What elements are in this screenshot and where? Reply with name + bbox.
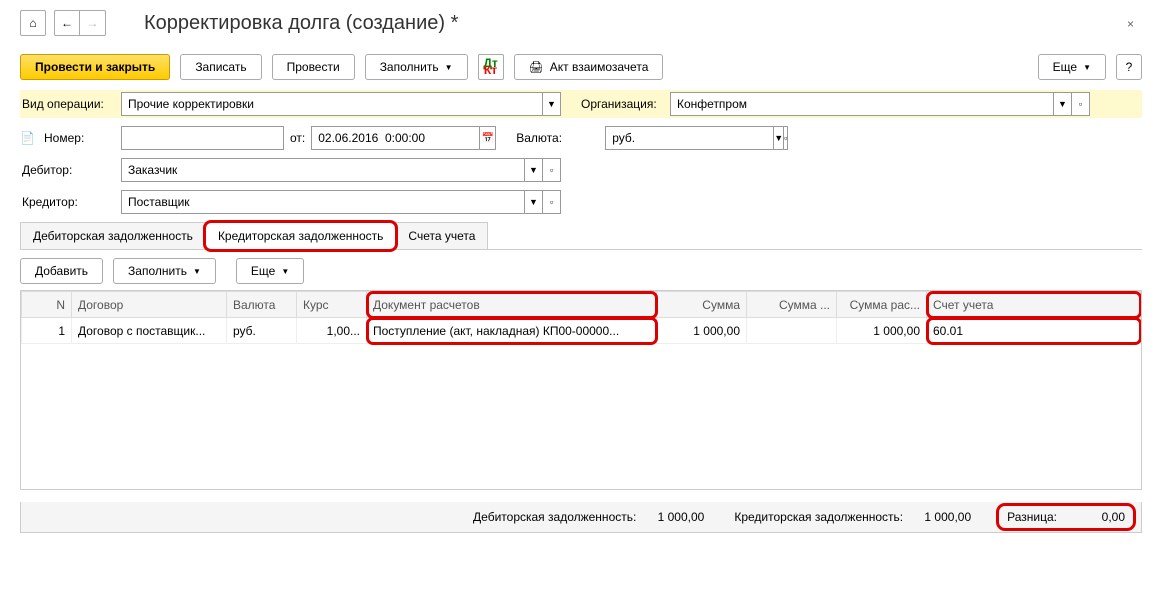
td-n[interactable]: 1 xyxy=(22,318,72,344)
footer-deb-label: Дебиторская задолженность: xyxy=(473,510,636,524)
date-from-label: от: xyxy=(290,131,305,145)
submit-button[interactable]: Провести xyxy=(272,54,355,80)
footer-cred-value: 1 000,00 xyxy=(911,510,971,524)
td-rate[interactable]: 1,00... xyxy=(297,318,367,344)
td-sum[interactable]: 1 000,00 xyxy=(657,318,747,344)
th-sum2[interactable]: Сумма ... xyxy=(747,292,837,318)
debtor-input[interactable] xyxy=(121,158,525,182)
op-type-input[interactable] xyxy=(121,92,543,116)
tab-creditor[interactable]: Кредиторская задолженность xyxy=(205,222,396,250)
fill-button[interactable]: Заполнить ▼ xyxy=(365,54,468,80)
open-button[interactable]: ▫ xyxy=(1072,92,1090,116)
td-doc[interactable]: Поступление (акт, накладная) КП00-00000.… xyxy=(367,318,657,344)
open-button[interactable]: ▫ xyxy=(543,158,561,182)
chevron-down-icon: ▼ xyxy=(445,63,453,72)
td-sum3[interactable]: 1 000,00 xyxy=(837,318,927,344)
dropdown-button[interactable]: ▼ xyxy=(525,190,543,214)
footer-cred-label: Кредиторская задолженность: xyxy=(734,510,903,524)
tab-debtor[interactable]: Дебиторская задолженность xyxy=(20,222,206,249)
chevron-down-icon: ▼ xyxy=(193,267,201,276)
home-button[interactable]: ⌂ xyxy=(20,10,46,36)
forward-button[interactable]: → xyxy=(80,10,106,36)
creditor-input[interactable] xyxy=(121,190,525,214)
tab-accounts[interactable]: Счета учета xyxy=(395,222,488,249)
act-button[interactable]: 🖨 Акт взаимозачета xyxy=(514,54,664,80)
op-type-label: Вид операции: xyxy=(20,97,115,111)
dropdown-button[interactable]: ▼ xyxy=(525,158,543,182)
footer-diff-value: 0,00 xyxy=(1065,510,1125,524)
chevron-down-icon: ▼ xyxy=(1083,63,1091,72)
currency-label: Валюта: xyxy=(514,131,599,145)
help-button[interactable]: ? xyxy=(1116,54,1142,80)
page-title: Корректировка долга (создание) * xyxy=(144,12,458,35)
td-currency[interactable]: руб. xyxy=(227,318,297,344)
dropdown-button[interactable]: ▼ xyxy=(543,92,561,116)
currency-input[interactable] xyxy=(605,126,774,150)
org-input[interactable] xyxy=(670,92,1054,116)
table-row[interactable]: 1 Договор с поставщик... руб. 1,00... По… xyxy=(22,318,1141,344)
th-sum[interactable]: Сумма xyxy=(657,292,747,318)
th-rate[interactable]: Курс xyxy=(297,292,367,318)
footer-diff-label: Разница: xyxy=(1007,510,1057,524)
write-button[interactable]: Записать xyxy=(180,54,261,80)
fill-table-button[interactable]: Заполнить ▼ xyxy=(113,258,216,284)
th-doc[interactable]: Документ расчетов xyxy=(367,292,657,318)
open-button[interactable]: ▫ xyxy=(543,190,561,214)
more-button[interactable]: Еще ▼ xyxy=(1038,54,1106,80)
number-input[interactable] xyxy=(121,126,284,150)
close-icon: × xyxy=(1127,17,1134,31)
th-sum3[interactable]: Сумма рас... xyxy=(837,292,927,318)
doc-icon: 📄 xyxy=(20,131,36,145)
number-label: Номер: xyxy=(42,131,115,145)
chevron-down-icon: ▼ xyxy=(281,267,289,276)
print-icon: 🖨 xyxy=(529,60,544,74)
td-account[interactable]: 60.01 xyxy=(927,318,1141,344)
th-currency[interactable]: Валюта xyxy=(227,292,297,318)
dropdown-button[interactable]: ▼ xyxy=(1054,92,1072,116)
th-account[interactable]: Счет учета xyxy=(927,292,1141,318)
open-button[interactable]: ▫ xyxy=(784,126,788,150)
dropdown-button[interactable]: ▼ xyxy=(774,126,784,150)
debtor-label: Дебитор: xyxy=(20,163,115,177)
home-icon: ⌂ xyxy=(29,16,36,30)
dtkt-icon: ДтКт xyxy=(483,60,497,74)
creditor-label: Кредитор: xyxy=(20,195,115,209)
add-button[interactable]: Добавить xyxy=(20,258,103,284)
th-contract[interactable]: Договор xyxy=(72,292,227,318)
back-button[interactable]: ← xyxy=(54,10,80,36)
more-table-button[interactable]: Еще ▼ xyxy=(236,258,304,284)
dtkt-button[interactable]: ДтКт xyxy=(478,54,504,80)
date-input[interactable] xyxy=(311,126,480,150)
close-button[interactable]: × xyxy=(1119,11,1142,35)
footer-deb-value: 1 000,00 xyxy=(644,510,704,524)
th-n[interactable]: N xyxy=(22,292,72,318)
arrow-right-icon: → xyxy=(87,16,99,30)
arrow-left-icon: ← xyxy=(61,16,73,30)
submit-close-button[interactable]: Провести и закрыть xyxy=(20,54,170,80)
td-sum2[interactable] xyxy=(747,318,837,344)
calendar-button[interactable]: 📅 xyxy=(480,126,496,150)
td-contract[interactable]: Договор с поставщик... xyxy=(72,318,227,344)
org-label: Организация: xyxy=(579,97,664,111)
